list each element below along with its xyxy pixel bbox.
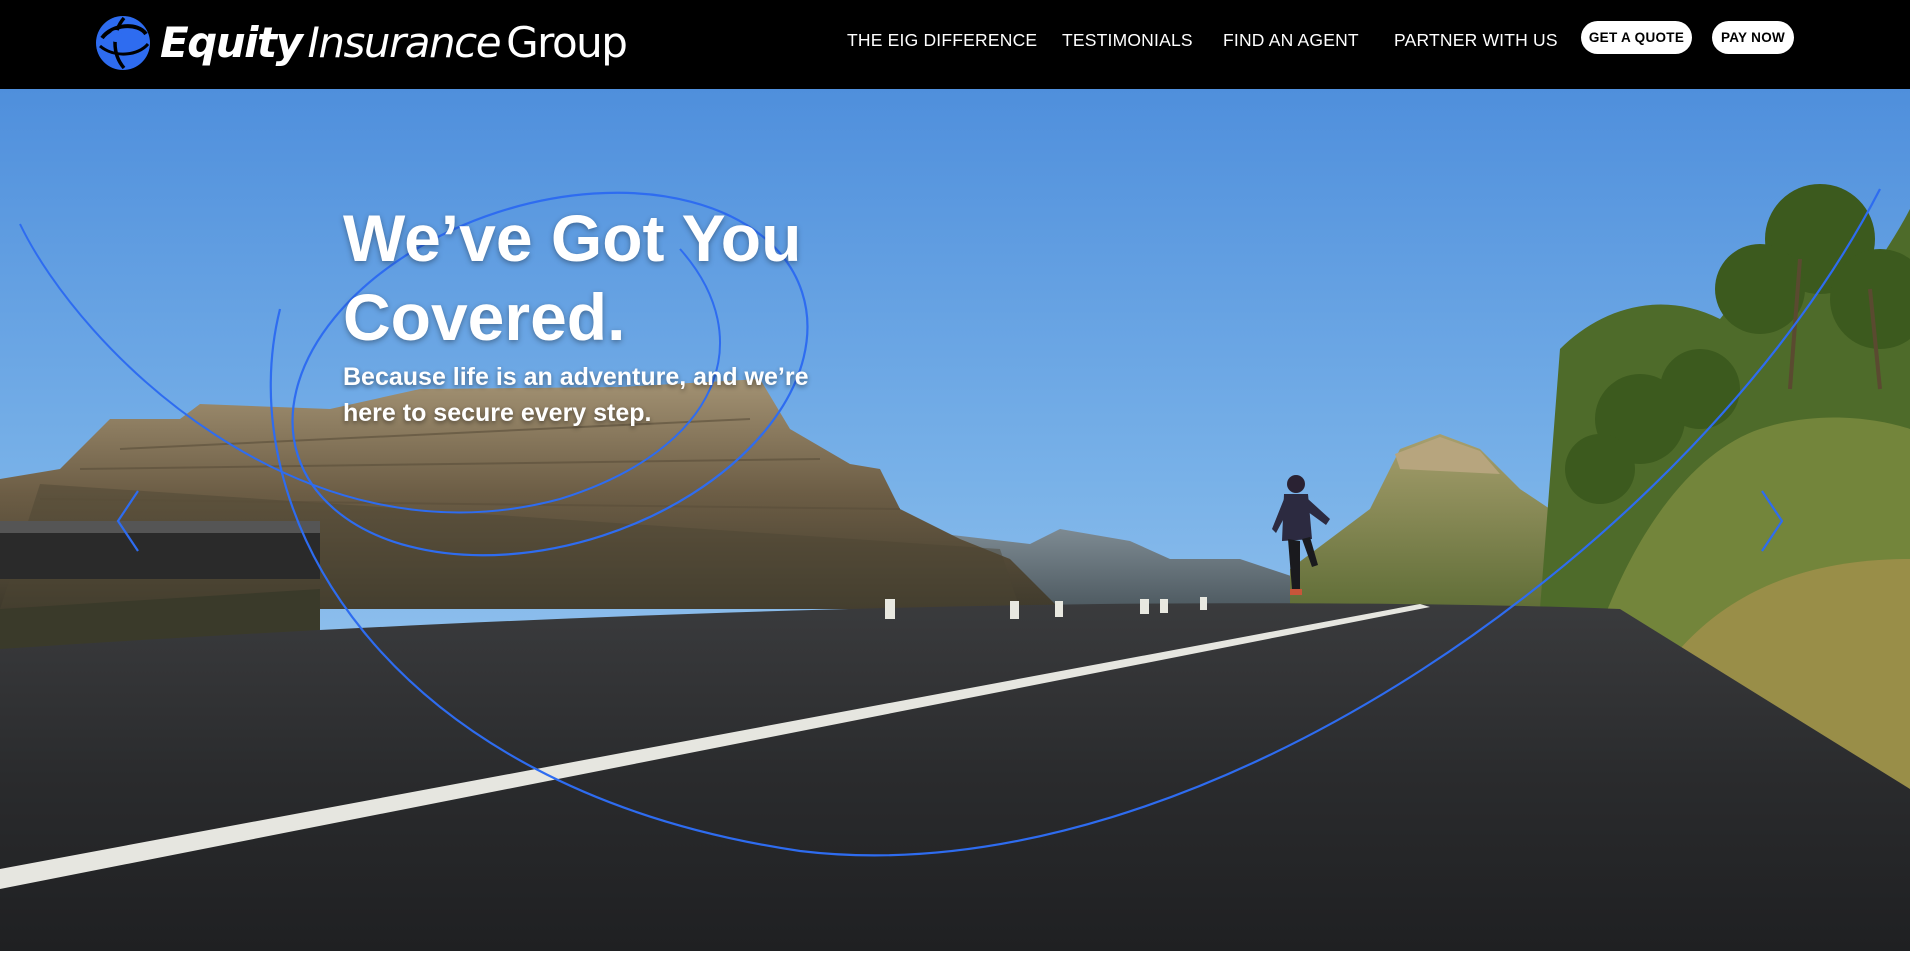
hero-title-line-1: We’ve Got You	[343, 201, 802, 275]
nav-item-partner-with-us[interactable]: PARTNER WITH US	[1394, 30, 1558, 51]
site-header: Equity Insurance Group THE EIG DIFFERENCE …	[0, 0, 1910, 89]
get-a-quote-button[interactable]: GET A QUOTE	[1581, 21, 1692, 54]
pay-now-button[interactable]: PAY NOW	[1712, 21, 1794, 54]
nav-item-testimonials[interactable]: TESTIMONIALS	[1062, 30, 1193, 51]
logo-word-insurance: Insurance	[307, 18, 502, 67]
nav-item-eig-difference[interactable]: THE EIG DIFFERENCE	[847, 30, 1037, 51]
nav-item-find-an-agent[interactable]: FIND AN AGENT	[1223, 30, 1359, 51]
logo-word-equity: Equity	[160, 18, 303, 67]
globe-swirl-icon	[96, 16, 150, 70]
carousel-prev-button[interactable]	[108, 481, 148, 561]
logo[interactable]: Equity Insurance Group	[94, 14, 628, 72]
hero-background-image	[0, 89, 1910, 951]
chevron-right-icon	[1761, 490, 1784, 552]
chevron-left-icon	[116, 490, 139, 552]
carousel-next-button[interactable]	[1752, 481, 1792, 561]
hero-banner: We’ve Got You Covered. Because life is a…	[0, 89, 1910, 951]
hero-title: We’ve Got You Covered.	[343, 199, 903, 357]
logo-wordmark: Equity Insurance Group	[160, 22, 628, 64]
hero-title-line-2: Covered.	[343, 280, 626, 354]
page: Equity Insurance Group THE EIG DIFFERENCE …	[0, 0, 1910, 954]
hero-subtitle: Because life is an adventure, and we’re …	[343, 363, 809, 427]
logo-word-group: Group	[506, 18, 628, 67]
